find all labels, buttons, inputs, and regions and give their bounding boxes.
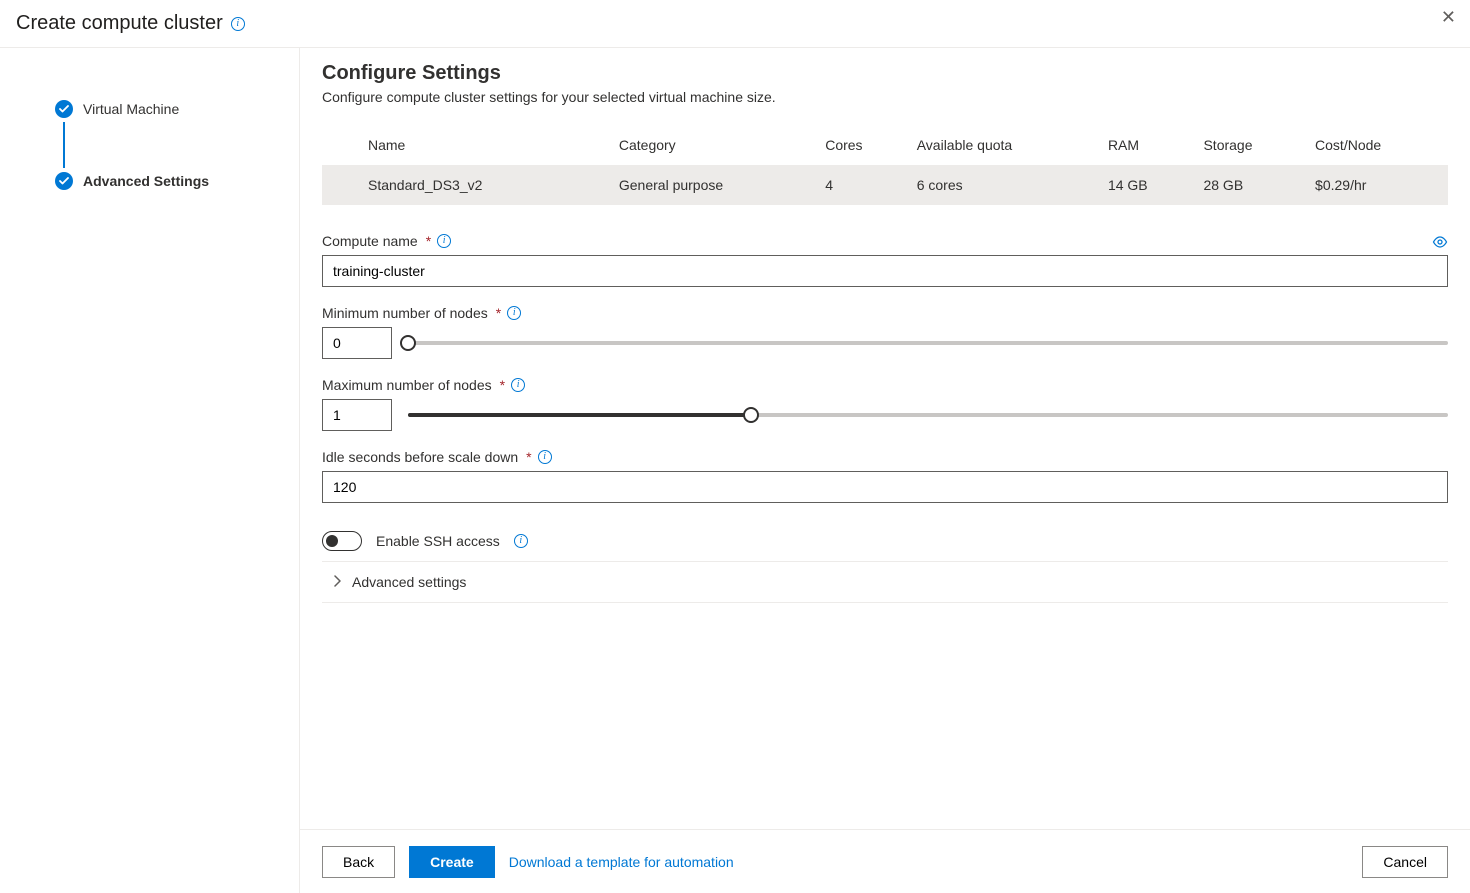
chevron-right-icon: [334, 575, 342, 590]
max-nodes-slider[interactable]: [408, 413, 1448, 417]
required-marker: *: [526, 449, 531, 465]
col-cores: Cores: [817, 125, 909, 165]
col-name: Name: [322, 125, 611, 165]
col-category: Category: [611, 125, 817, 165]
max-nodes-label: Maximum number of nodes: [322, 377, 492, 393]
slider-thumb[interactable]: [400, 335, 416, 351]
section-title: Configure Settings: [322, 62, 1448, 85]
slider-thumb[interactable]: [743, 407, 759, 423]
dialog-header: Create compute cluster i ✕: [0, 0, 1470, 48]
step-advanced-settings[interactable]: Advanced Settings: [55, 168, 299, 194]
idle-seconds-label: Idle seconds before scale down: [322, 449, 518, 465]
advanced-settings-label: Advanced settings: [352, 574, 466, 590]
info-icon[interactable]: i: [514, 534, 528, 548]
required-marker: *: [500, 377, 505, 393]
idle-seconds-input[interactable]: [322, 471, 1448, 503]
check-icon: [55, 100, 73, 118]
field-ssh-toggle: Enable SSH access i: [322, 521, 1448, 562]
back-button[interactable]: Back: [322, 846, 395, 878]
min-nodes-input[interactable]: [322, 327, 392, 359]
min-nodes-slider[interactable]: [408, 341, 1448, 345]
cell-cost: $0.29/hr: [1307, 165, 1448, 205]
col-cost: Cost/Node: [1307, 125, 1448, 165]
info-icon[interactable]: i: [231, 17, 245, 31]
field-idle-seconds: Idle seconds before scale down * i: [322, 449, 1448, 503]
table-row: Standard_DS3_v2 General purpose 4 6 core…: [322, 165, 1448, 205]
required-marker: *: [426, 233, 431, 249]
ssh-toggle[interactable]: [322, 531, 362, 551]
field-max-nodes: Maximum number of nodes * i: [322, 377, 1448, 431]
field-min-nodes: Minimum number of nodes * i: [322, 305, 1448, 359]
required-marker: *: [496, 305, 501, 321]
step-connector: [63, 122, 65, 168]
info-icon[interactable]: i: [511, 378, 525, 392]
step-label: Advanced Settings: [83, 173, 209, 189]
field-compute-name: Compute name * i: [322, 233, 1448, 287]
col-ram: RAM: [1100, 125, 1196, 165]
create-button[interactable]: Create: [409, 846, 495, 878]
info-icon[interactable]: i: [507, 306, 521, 320]
vm-summary-table: Name Category Cores Available quota RAM …: [322, 125, 1448, 205]
check-icon: [55, 172, 73, 190]
cell-cores: 4: [817, 165, 909, 205]
min-nodes-label: Minimum number of nodes: [322, 305, 488, 321]
section-description: Configure compute cluster settings for y…: [322, 89, 1448, 105]
close-icon[interactable]: ✕: [1437, 4, 1460, 30]
max-nodes-input[interactable]: [322, 399, 392, 431]
wizard-sidebar: Virtual Machine Advanced Settings: [0, 48, 300, 893]
cell-ram: 14 GB: [1100, 165, 1196, 205]
info-icon[interactable]: i: [437, 234, 451, 248]
ssh-toggle-label: Enable SSH access: [376, 533, 500, 549]
cell-name: Standard_DS3_v2: [322, 165, 611, 205]
cell-storage: 28 GB: [1195, 165, 1307, 205]
compute-name-input[interactable]: [322, 255, 1448, 287]
step-virtual-machine[interactable]: Virtual Machine: [55, 96, 299, 122]
advanced-settings-expander[interactable]: Advanced settings: [322, 562, 1448, 603]
col-quota: Available quota: [909, 125, 1100, 165]
cancel-button[interactable]: Cancel: [1362, 846, 1448, 878]
col-storage: Storage: [1195, 125, 1307, 165]
compute-name-label: Compute name: [322, 233, 418, 249]
info-icon[interactable]: i: [538, 450, 552, 464]
eye-icon[interactable]: [1432, 235, 1448, 251]
download-template-link[interactable]: Download a template for automation: [509, 854, 734, 870]
main-panel: Configure Settings Configure compute clu…: [300, 48, 1470, 893]
cell-quota: 6 cores: [909, 165, 1100, 205]
dialog-footer: Back Create Download a template for auto…: [300, 829, 1470, 893]
dialog-title: Create compute cluster: [16, 12, 223, 35]
step-label: Virtual Machine: [83, 101, 179, 117]
cell-category: General purpose: [611, 165, 817, 205]
